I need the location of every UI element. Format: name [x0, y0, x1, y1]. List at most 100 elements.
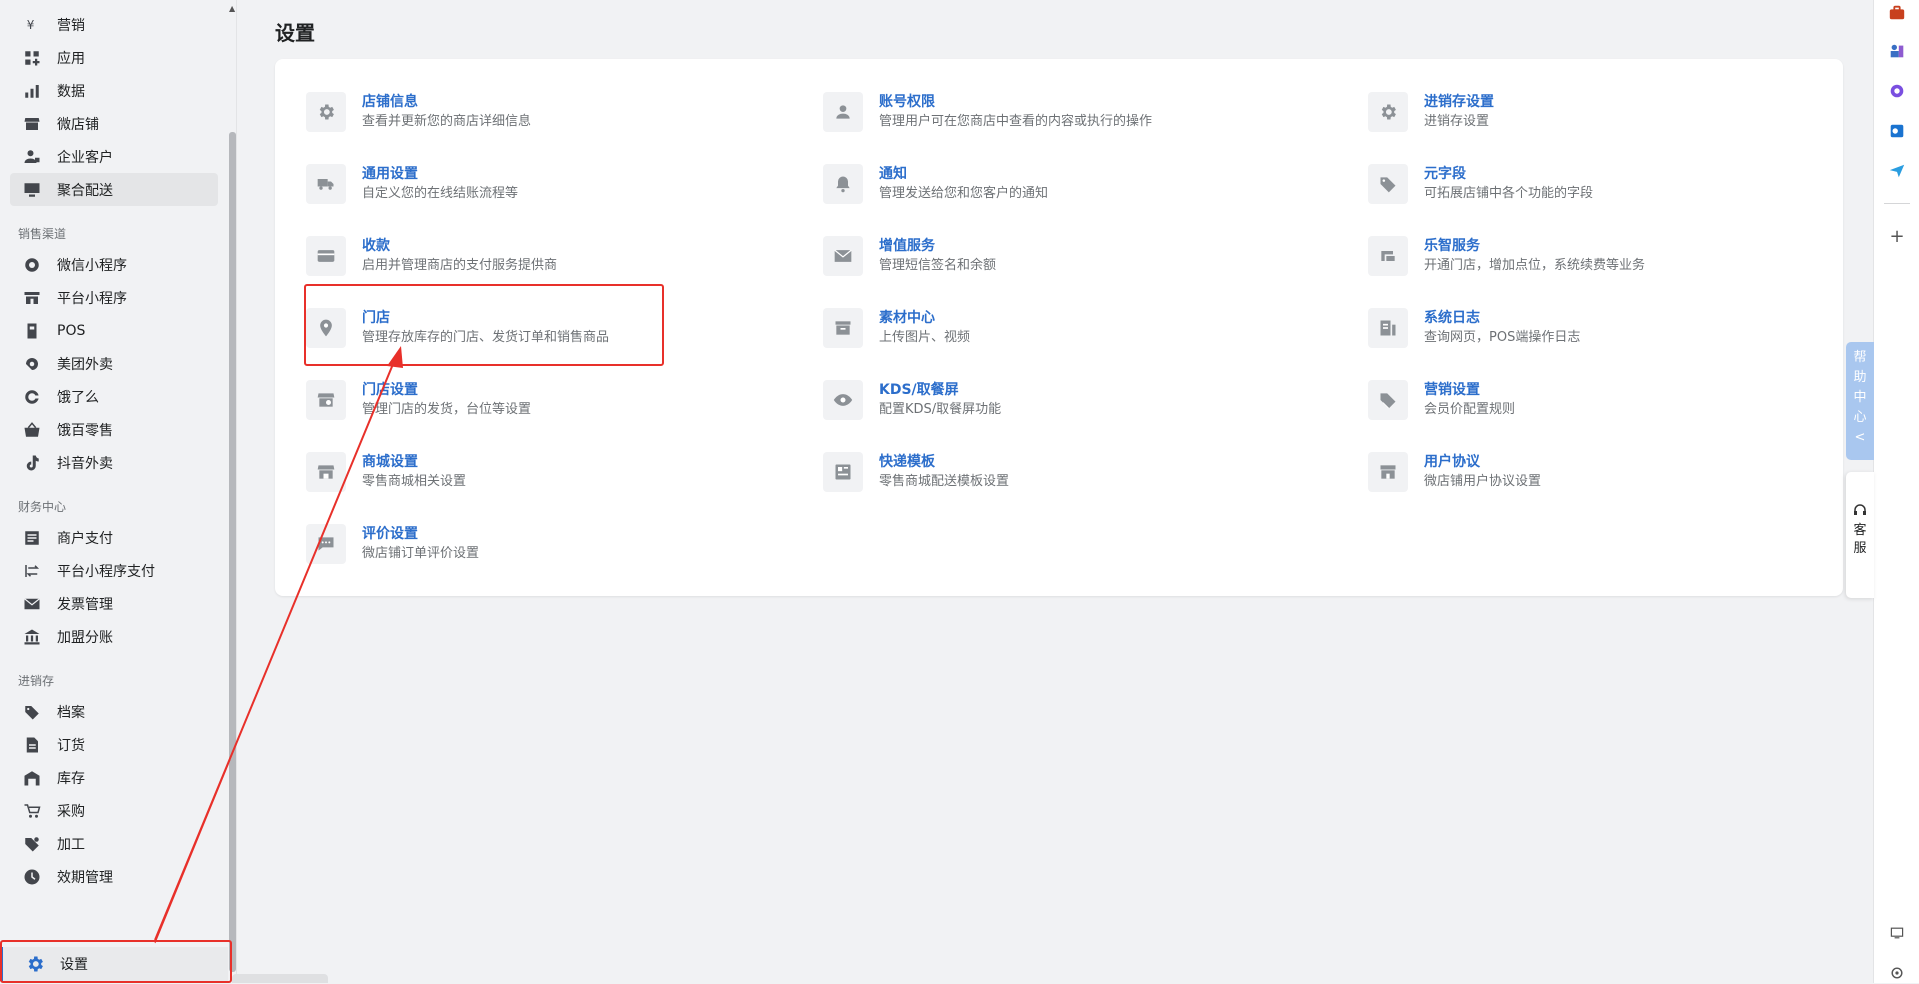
setting-text: 店铺信息 查看并更新您的商店详细信息	[362, 92, 531, 131]
setting-item[interactable]: 进销存设置 进销存设置	[1368, 92, 1868, 150]
sidebar-item[interactable]: 应用	[0, 41, 228, 74]
sidebar-item[interactable]: 微店铺	[0, 107, 228, 140]
setting-title[interactable]: 评价设置	[362, 524, 479, 544]
setting-item[interactable]: 门店设置 管理门店的发货，台位等设置	[306, 380, 806, 438]
setting-item[interactable]: 用户协议微店铺用户协议设置	[1368, 452, 1868, 510]
setting-description: 微店铺用户协议设置	[1424, 474, 1542, 489]
sidebar-item[interactable]: 采购	[0, 794, 228, 827]
setting-title[interactable]: 账号权限	[879, 92, 1152, 112]
eleme-icon	[22, 387, 42, 407]
meituan-icon	[22, 354, 42, 374]
gear-icon[interactable]	[1886, 962, 1908, 984]
setting-title[interactable]: 门店设置	[362, 380, 531, 400]
sidebar-item[interactable]: 企业客户	[0, 140, 228, 173]
log-icon	[1368, 308, 1408, 348]
send-icon[interactable]	[1886, 160, 1908, 182]
sidebar-item[interactable]: 加工	[0, 827, 228, 860]
screenshot-icon[interactable]	[1886, 922, 1908, 944]
setting-title[interactable]: 进销存设置	[1424, 92, 1494, 112]
setting-item[interactable]: 通用设置自定义您的在线结账流程等	[306, 164, 806, 222]
setting-item[interactable]: 元字段 可拓展店铺中各个功能的字段	[1368, 164, 1868, 222]
yen-icon: ¥	[22, 15, 42, 35]
sidebar-scrollbar[interactable]: ▲	[228, 0, 236, 983]
sidebar-item[interactable]: 商户支付	[0, 521, 228, 554]
sidebar-item[interactable]: 数据	[0, 74, 228, 107]
setting-item[interactable]: 账号权限 管理用户可在您商店中查看的内容或执行的操作	[823, 92, 1323, 150]
truck-icon	[306, 164, 346, 204]
service-icon	[1368, 236, 1408, 276]
sidebar-item[interactable]: 发票管理	[0, 587, 228, 620]
setting-item[interactable]: 店铺信息 查看并更新您的商店详细信息	[306, 92, 806, 150]
platform-mini-icon	[22, 288, 42, 308]
setting-item[interactable]: 商城设置 零售商城相关设置	[306, 452, 806, 510]
outlook-icon[interactable]	[1886, 120, 1908, 142]
scroll-up-icon[interactable]: ▲	[229, 4, 235, 13]
help-center-tab[interactable]: 帮助中心 <	[1846, 342, 1874, 460]
sidebar-item[interactable]: 饿百零售	[0, 413, 228, 446]
setting-title[interactable]: 元字段	[1424, 164, 1593, 184]
setting-item[interactable]: 乐智服务开通门店，增加点位，系统续费等业务	[1368, 236, 1868, 294]
sidebar-item-label: 饿了么	[57, 389, 99, 406]
setting-item[interactable]: 素材中心 上传图片、视频	[823, 308, 1323, 366]
sidebar-item[interactable]: ¥ 营销	[0, 8, 228, 41]
help-tab-char: 帮	[1853, 350, 1867, 365]
warehouse-icon	[22, 768, 42, 788]
setting-item[interactable]: 增值服务 管理短信签名和余额	[823, 236, 1323, 294]
sidebar-item[interactable]: 平台小程序支付	[0, 554, 228, 587]
setting-item[interactable]: 快递模板 零售商城配送模板设置	[823, 452, 1323, 510]
customer-service-tab[interactable]: 客服	[1846, 472, 1874, 598]
sidebar-item[interactable]: 美团外卖	[0, 347, 228, 380]
setting-title[interactable]: 增值服务	[879, 236, 996, 256]
setting-title[interactable]: 快递模板	[879, 452, 1009, 472]
sidebar-item[interactable]: 抖音外卖	[0, 446, 228, 479]
setting-item[interactable]: 通知 管理发送给您和您客户的通知	[823, 164, 1323, 222]
setting-title[interactable]: 通知	[879, 164, 1048, 184]
sidebar-item[interactable]: 加盟分账	[0, 620, 228, 653]
sidebar-item[interactable]: 效期管理	[0, 860, 228, 893]
setting-item[interactable]: KDS/取餐屏 配置KDS/取餐屏功能	[823, 380, 1323, 438]
briefcase-icon[interactable]	[1886, 2, 1908, 24]
setting-title[interactable]: 营销设置	[1424, 380, 1515, 400]
setting-text: 乐智服务开通门店，增加点位，系统续费等业务	[1424, 236, 1645, 275]
sidebar-item[interactable]: 饿了么	[0, 380, 228, 413]
setting-description: 自定义您的在线结账流程等	[362, 186, 519, 201]
sidebar-item-label: 商户支付	[57, 530, 113, 547]
highlight-store-box	[304, 284, 664, 366]
sidebar-item[interactable]: 档案	[0, 695, 228, 728]
sidebar-item[interactable]: POS	[0, 314, 228, 347]
setting-description: 会员价配置规则	[1424, 402, 1516, 417]
sidebar-item[interactable]: 订货	[0, 728, 228, 761]
setting-text: 元字段 可拓展店铺中各个功能的字段	[1424, 164, 1593, 203]
setting-title[interactable]: 商城设置	[362, 452, 466, 472]
setting-title[interactable]: 通用设置	[362, 164, 518, 184]
setting-description: 开通门店，增加点位，系统续费等业务	[1424, 258, 1646, 273]
basket-icon	[22, 420, 42, 440]
card-icon	[306, 236, 346, 276]
setting-item[interactable]: 评价设置 微店铺订单评价设置	[306, 524, 806, 582]
add-icon[interactable]: +	[1886, 225, 1908, 247]
rail-divider	[1884, 203, 1910, 204]
sidebar-item[interactable]: 平台小程序	[0, 281, 228, 314]
setting-title[interactable]: 系统日志	[1424, 308, 1580, 328]
setting-item[interactable]: 系统日志 查询网页，POS端操作日志	[1368, 308, 1868, 366]
sidebar-item[interactable]: 微信小程序	[0, 248, 228, 281]
help-tab-char: 中	[1853, 390, 1867, 405]
setting-title[interactable]: 店铺信息	[362, 92, 531, 112]
chess-icon[interactable]	[1886, 40, 1908, 62]
store-icon	[22, 114, 42, 134]
setting-title[interactable]: 用户协议	[1424, 452, 1541, 472]
sidebar-item[interactable]: 聚合配送	[10, 173, 218, 206]
setting-title[interactable]: 收款	[362, 236, 557, 256]
setting-title[interactable]: KDS/取餐屏	[879, 380, 1001, 400]
scrollbar-thumb[interactable]	[229, 132, 236, 972]
sidebar-item[interactable]: 库存	[0, 761, 228, 794]
help-tab-char: 心	[1853, 410, 1867, 425]
copilot-icon[interactable]	[1886, 80, 1908, 102]
setting-text: 系统日志 查询网页，POS端操作日志	[1424, 308, 1580, 347]
setting-item[interactable]: 营销设置会员价配置规则	[1368, 380, 1868, 438]
setting-title[interactable]: 素材中心	[879, 308, 970, 328]
sidebar-item-label: 美团外卖	[57, 356, 113, 373]
setting-title[interactable]: 乐智服务	[1424, 236, 1645, 256]
